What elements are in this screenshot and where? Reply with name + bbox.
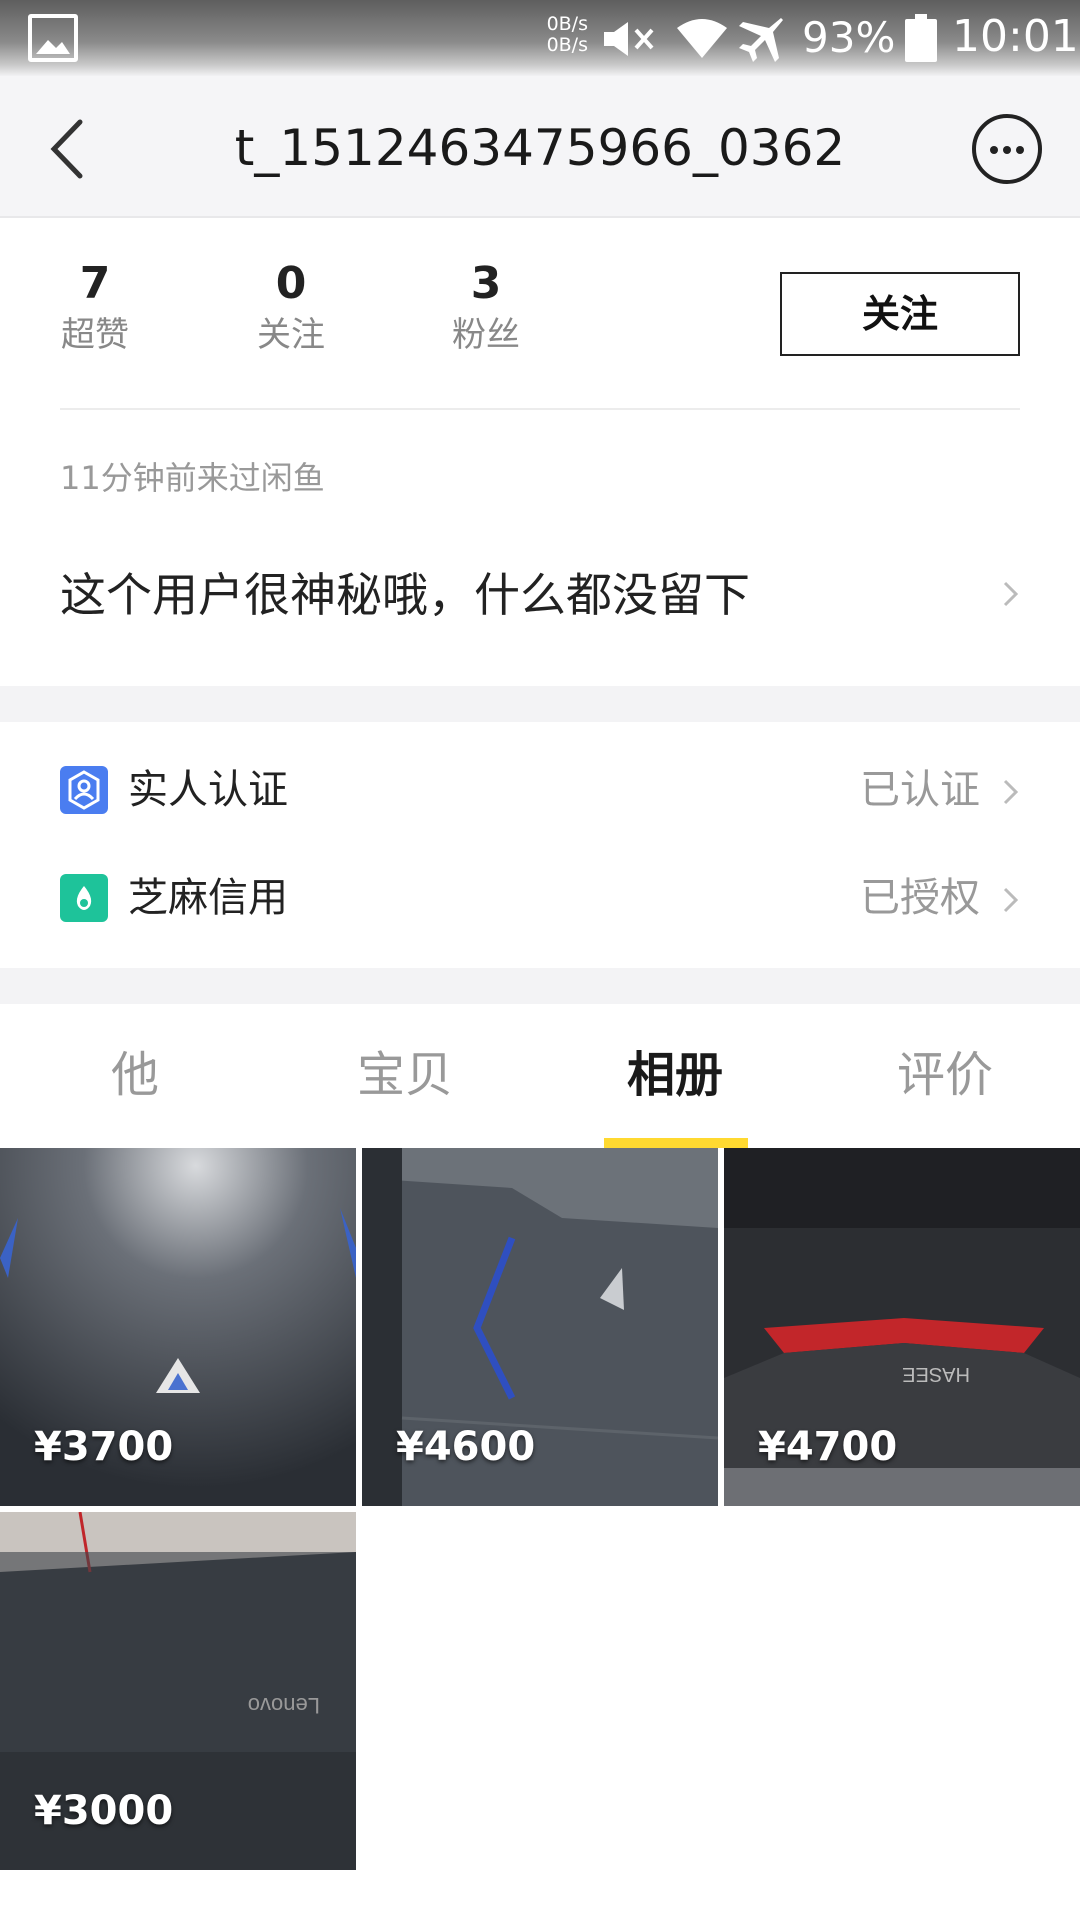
stat-followers-label: 粉丝 [452, 315, 520, 355]
tab-reviews[interactable]: 评价 [810, 1004, 1080, 1146]
svg-text:Lenovo: Lenovo [248, 1693, 320, 1718]
tab-items[interactable]: 宝贝 [270, 1004, 540, 1146]
network-speed: 0B/s 0B/s [532, 14, 588, 56]
divider [60, 408, 1020, 410]
stat-likes[interactable]: 7 超赞 [25, 258, 165, 360]
album-item[interactable]: Lenovo ¥3000 [0, 1512, 356, 1870]
gallery-notification-icon [28, 14, 78, 62]
album-item-price: ¥4700 [758, 1424, 898, 1470]
download-speed: 0B/s [546, 34, 588, 56]
album-item[interactable]: ¥4600 [362, 1148, 718, 1506]
section-gap [0, 686, 1080, 722]
verification-sesame-credit[interactable]: 芝麻信用 已授权 [0, 846, 1080, 954]
upload-speed: 0B/s [546, 13, 588, 35]
chevron-left-icon [50, 119, 83, 179]
stat-followers-value: 3 [470, 258, 502, 309]
person-badge-icon [60, 766, 108, 814]
back-button[interactable] [40, 114, 100, 184]
follow-button[interactable]: 关注 [780, 272, 1020, 356]
album-item[interactable]: HASEE ¥4700 [724, 1148, 1080, 1506]
album-item-price: ¥3000 [34, 1788, 174, 1834]
last-visit-text: 11分钟前来过闲鱼 [60, 459, 325, 497]
stat-followers[interactable]: 3 粉丝 [416, 258, 556, 360]
profile-tabs: 他 宝贝 相册 评价 [0, 1004, 1080, 1148]
stat-following[interactable]: 0 关注 [221, 258, 361, 360]
battery-percentage: 93% [802, 13, 896, 62]
svg-text:HASEE: HASEE [902, 1363, 970, 1385]
verification-status: 已认证 [860, 767, 980, 813]
verification-label: 芝麻信用 [128, 875, 288, 921]
verification-real-person[interactable]: 实人认证 已认证 [0, 738, 1080, 846]
page-title: t_1512463475966_0362 [234, 119, 846, 177]
chevron-right-icon [1003, 779, 1019, 805]
sesame-credit-icon [60, 874, 108, 922]
bio-text: 这个用户很神秘哦，什么都没留下 [60, 568, 750, 622]
album-item-price: ¥3700 [34, 1424, 174, 1470]
mute-icon [604, 22, 654, 56]
stat-following-value: 0 [275, 258, 307, 309]
chevron-right-icon [1003, 581, 1019, 607]
tab-album[interactable]: 相册 [540, 1004, 810, 1146]
more-options-button[interactable] [972, 114, 1042, 184]
status-bar: 0B/s 0B/s 93% 10:01 [0, 0, 1080, 76]
nav-bar: t_1512463475966_0362 [0, 76, 1080, 218]
album-item-price: ¥4600 [396, 1424, 536, 1470]
verification-label: 实人认证 [128, 767, 288, 813]
clock: 10:01 [952, 11, 1079, 62]
stat-following-label: 关注 [257, 315, 325, 355]
verification-status: 已授权 [860, 875, 980, 921]
tab-him[interactable]: 他 [0, 1004, 270, 1146]
active-tab-indicator [604, 1138, 748, 1148]
airplane-mode-icon [739, 18, 783, 62]
profile-stats: 7 超赞 0 关注 3 粉丝 关注 [0, 218, 1080, 410]
stat-likes-label: 超赞 [61, 315, 129, 355]
chevron-right-icon [1003, 887, 1019, 913]
section-gap [0, 968, 1080, 1004]
stat-likes-value: 7 [79, 258, 111, 309]
battery-icon [905, 14, 937, 62]
wifi-icon [677, 19, 727, 58]
album-item[interactable]: ¥3700 [0, 1148, 356, 1506]
